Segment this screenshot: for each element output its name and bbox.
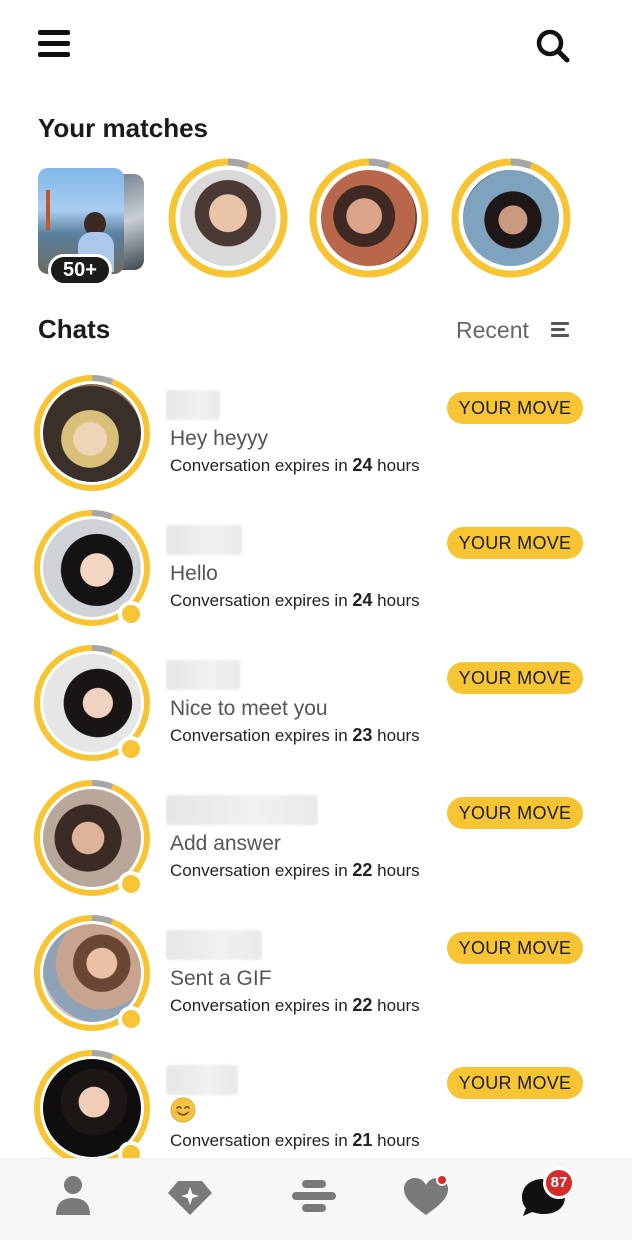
chat-list-item[interactable]: YOUR MOVE Nice to meet you Conversation … bbox=[0, 642, 632, 772]
top-bar bbox=[0, 0, 632, 90]
match-count-badge: 50+ bbox=[48, 254, 112, 286]
match-avatar[interactable] bbox=[307, 156, 431, 280]
last-message: Hello bbox=[170, 562, 218, 585]
profile-icon[interactable] bbox=[43, 1169, 103, 1223]
matches-section-title: Your matches bbox=[38, 113, 209, 143]
expiry-text: Conversation expires in 23 hours bbox=[170, 725, 420, 745]
your-move-badge: YOUR MOVE bbox=[447, 1067, 583, 1099]
chat-list-item[interactable]: YOUR MOVE Hello Conversation expires in … bbox=[0, 507, 632, 637]
hamburger-menu-icon[interactable] bbox=[38, 28, 72, 60]
online-indicator bbox=[118, 871, 144, 897]
discover-stack-icon[interactable] bbox=[284, 1169, 344, 1223]
chats-section-title: Chats bbox=[38, 314, 111, 344]
sort-lines-icon bbox=[550, 322, 569, 338]
expiry-text: Conversation expires in 21 hours bbox=[170, 1130, 420, 1150]
sort-label: Recent bbox=[456, 316, 529, 343]
your-move-badge: YOUR MOVE bbox=[447, 932, 583, 964]
online-indicator bbox=[118, 601, 144, 627]
unread-chat-badge: 87 bbox=[543, 1167, 575, 1199]
your-move-badge: YOUR MOVE bbox=[447, 797, 583, 829]
match-avatar[interactable] bbox=[166, 156, 290, 280]
chat-list-item[interactable]: YOUR MOVE Hey heyyy Conversation expires… bbox=[0, 372, 632, 502]
expiry-text: Conversation expires in 24 hours bbox=[170, 455, 420, 475]
chat-avatar bbox=[31, 372, 153, 494]
match-avatar[interactable] bbox=[449, 156, 573, 280]
online-indicator bbox=[118, 736, 144, 762]
premium-diamond-icon[interactable] bbox=[160, 1169, 220, 1223]
contact-name-redacted bbox=[166, 660, 240, 690]
sort-recent-button[interactable]: Recent bbox=[456, 314, 569, 346]
contact-name-redacted bbox=[166, 795, 318, 825]
chat-list-item[interactable]: YOUR MOVE Sent a GIF Conversation expire… bbox=[0, 912, 632, 1042]
search-icon[interactable] bbox=[533, 26, 573, 66]
chat-list-item[interactable]: YOUR MOVE Add answer Conversation expire… bbox=[0, 777, 632, 907]
last-message: Hey heyyy bbox=[170, 427, 269, 450]
online-indicator bbox=[118, 1006, 144, 1032]
contact-name-redacted bbox=[166, 930, 262, 960]
liked-you-heart-icon[interactable] bbox=[396, 1169, 456, 1223]
contact-name-redacted bbox=[166, 390, 220, 420]
contact-name-redacted bbox=[166, 525, 242, 555]
bottom-navigation bbox=[0, 1158, 632, 1240]
expiry-text: Conversation expires in 22 hours bbox=[170, 995, 420, 1015]
your-move-badge: YOUR MOVE bbox=[447, 662, 583, 694]
expiry-text: Conversation expires in 24 hours bbox=[170, 590, 420, 610]
smiling-emoji-icon bbox=[170, 1097, 196, 1123]
contact-name-redacted bbox=[166, 1065, 238, 1095]
last-message: Nice to meet you bbox=[170, 697, 328, 720]
your-move-badge: YOUR MOVE bbox=[447, 392, 583, 424]
last-message: Add answer bbox=[170, 832, 281, 855]
last-message: Sent a GIF bbox=[170, 967, 272, 990]
your-move-badge: YOUR MOVE bbox=[447, 527, 583, 559]
expiry-text: Conversation expires in 22 hours bbox=[170, 860, 420, 880]
